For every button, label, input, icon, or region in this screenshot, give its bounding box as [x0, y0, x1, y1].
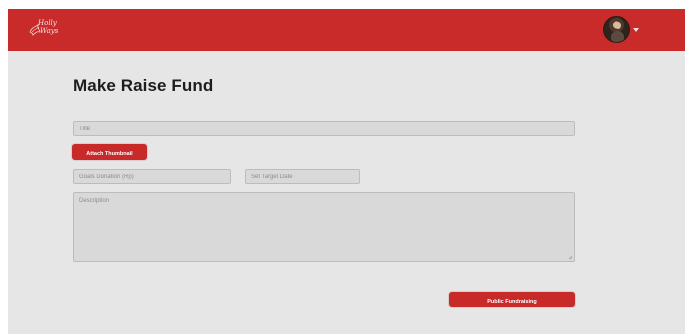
attach-thumbnail-label: Attach Thumbnail [86, 151, 133, 157]
page-title: Make Raise Fund [73, 76, 214, 95]
attach-thumbnail-button[interactable]: Attach Thumbnail [72, 144, 147, 160]
public-fundraising-label: Public Fundraising [487, 298, 537, 305]
chevron-down-icon[interactable] [633, 28, 639, 32]
target-date-input[interactable] [245, 169, 360, 184]
description-textarea[interactable] [73, 192, 575, 262]
title-input[interactable] [73, 121, 575, 136]
profile-menu[interactable] [603, 16, 639, 44]
goal-donation-input[interactable] [73, 169, 231, 184]
top-navbar: Holly Ways [8, 9, 685, 51]
public-fundraising-button[interactable]: Public Fundraising [449, 292, 575, 307]
brand-logo[interactable]: Holly Ways [28, 16, 72, 44]
logo-text-line-two: Ways [40, 27, 59, 35]
page: Holly Ways Make Raise Fund Attach Thumbn… [8, 9, 685, 334]
avatar[interactable] [603, 16, 630, 43]
